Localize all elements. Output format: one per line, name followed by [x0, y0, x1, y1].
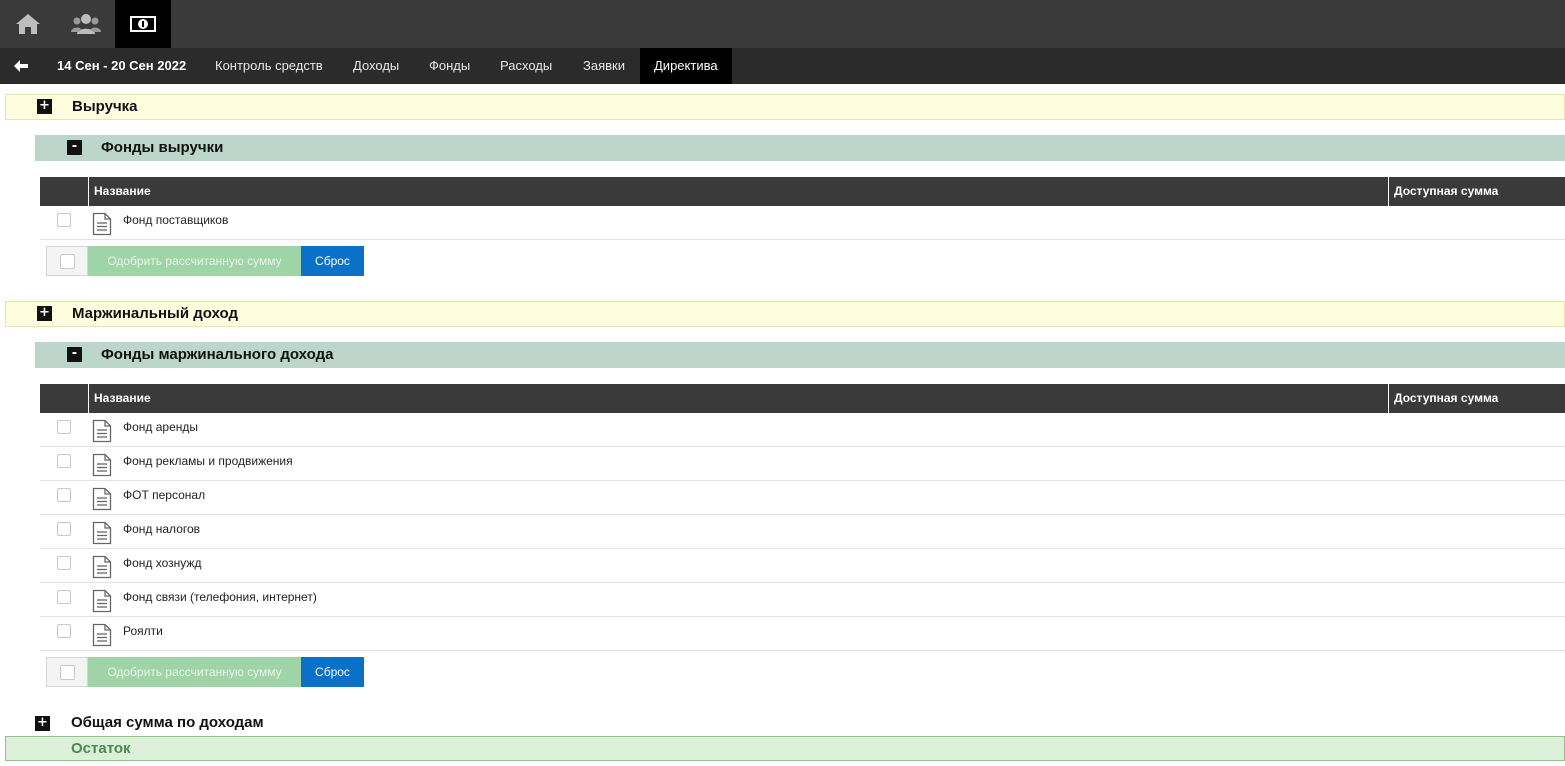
table-row: Роялти: [40, 617, 1565, 651]
table-row: Фонд аренды: [40, 413, 1565, 447]
row-checkbox[interactable]: [57, 556, 71, 570]
column-sum-header[interactable]: Доступная сумма: [1388, 177, 1498, 206]
expand-icon[interactable]: +: [37, 99, 52, 114]
row-checkbox[interactable]: [57, 624, 71, 638]
fund-name: Роялти: [123, 624, 163, 638]
row-checkbox[interactable]: [57, 420, 71, 434]
column-sum-header[interactable]: Доступная сумма: [1388, 384, 1498, 413]
section-total-income[interactable]: + Общая сумма по доходам: [0, 712, 1565, 736]
row-checkbox[interactable]: [57, 590, 71, 604]
document-icon: [92, 623, 112, 652]
section-remainder: Остаток: [5, 736, 1565, 761]
section-revenue[interactable]: + Выручка: [5, 94, 1565, 120]
column-name-header[interactable]: Название: [88, 384, 1388, 413]
row-checkbox[interactable]: [57, 488, 71, 502]
table-row: ФОТ персонал: [40, 481, 1565, 515]
row-checkbox[interactable]: [57, 213, 71, 227]
column-name-header[interactable]: Название: [88, 177, 1388, 206]
table-row: Фонд рекламы и продвижения: [40, 447, 1565, 481]
document-icon: [92, 453, 112, 482]
nav-item-cash-control[interactable]: Контроль средств: [215, 48, 323, 84]
remainder-title: Остаток: [71, 740, 131, 757]
document-icon: [92, 555, 112, 584]
subsection-title: Фонды выручки: [101, 139, 224, 156]
collapse-icon[interactable]: -: [67, 140, 82, 155]
select-all-checkbox[interactable]: [60, 254, 75, 269]
approve-button[interactable]: Одобрить рассчитанную сумму: [88, 246, 301, 276]
nav-item-funds[interactable]: Фонды: [429, 48, 470, 84]
section-title: Общая сумма по доходам: [71, 714, 264, 731]
subsection-margin-funds[interactable]: - Фонды маржинального дохода: [35, 342, 1565, 368]
section-title: Выручка: [72, 98, 138, 115]
money-icon[interactable]: [115, 0, 171, 48]
expand-icon[interactable]: +: [35, 716, 50, 731]
fund-name: Фонд связи (телефония, интернет): [123, 590, 317, 604]
document-icon: [92, 212, 112, 241]
table-header: Название Доступная сумма: [40, 384, 1565, 413]
document-icon: [92, 521, 112, 550]
home-icon[interactable]: [0, 0, 56, 48]
subsection-revenue-funds[interactable]: - Фонды выручки: [35, 135, 1565, 161]
table-row: Фонд связи (телефония, интернет): [40, 583, 1565, 617]
fund-name: Фонд поставщиков: [123, 213, 229, 227]
document-icon: [92, 419, 112, 448]
nav-item-income[interactable]: Доходы: [353, 48, 399, 84]
fund-name: ФОТ персонал: [123, 488, 206, 502]
expand-icon[interactable]: +: [37, 306, 52, 321]
select-all-checkbox[interactable]: [60, 665, 75, 680]
nav-bar: 14 Сен - 20 Сен 2022 Контроль средств До…: [0, 48, 1565, 84]
select-all-wrap: [46, 657, 88, 687]
select-all-wrap: [46, 246, 88, 276]
section-margin-income[interactable]: + Маржинальный доход: [5, 301, 1565, 327]
fund-name: Фонд хознужд: [123, 556, 202, 570]
top-toolbar: [0, 0, 1565, 48]
users-icon[interactable]: [58, 0, 114, 48]
fund-name: Фонд рекламы и продвижения: [123, 454, 293, 468]
nav-item-directive[interactable]: Директива: [640, 48, 732, 84]
reset-button[interactable]: Сброс: [301, 657, 364, 687]
collapse-icon[interactable]: -: [67, 347, 82, 362]
subsection-title: Фонды маржинального дохода: [101, 346, 334, 363]
fund-name: Фонд налогов: [123, 522, 201, 536]
arrow-left-icon[interactable]: [8, 48, 34, 84]
table-row: Фонд хознужд: [40, 549, 1565, 583]
document-icon: [92, 487, 112, 516]
reset-button[interactable]: Сброс: [301, 246, 364, 276]
row-checkbox[interactable]: [57, 522, 71, 536]
row-checkbox[interactable]: [57, 454, 71, 468]
document-icon: [92, 589, 112, 618]
date-range[interactable]: 14 Сен - 20 Сен 2022: [57, 48, 186, 84]
approve-button[interactable]: Одобрить рассчитанную сумму: [88, 657, 301, 687]
table-header: Название Доступная сумма: [40, 177, 1565, 206]
table-row: Фонд налогов: [40, 515, 1565, 549]
section-title: Маржинальный доход: [72, 305, 239, 322]
nav-item-requests[interactable]: Заявки: [583, 48, 625, 84]
table-row: Фонд поставщиков: [40, 206, 1565, 240]
fund-name: Фонд аренды: [123, 420, 199, 434]
nav-item-expenses[interactable]: Расходы: [500, 48, 552, 84]
